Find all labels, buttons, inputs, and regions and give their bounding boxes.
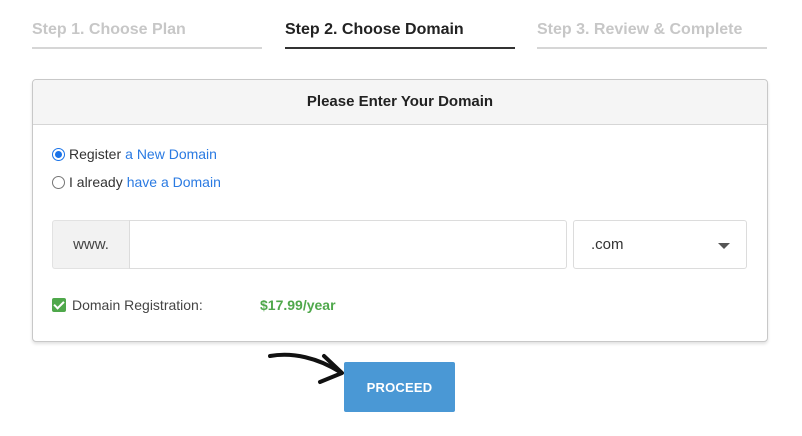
step-progress: Step 1. Choose Plan Step 2. Choose Domai… bbox=[0, 0, 802, 50]
step-choose-plan[interactable]: Step 1. Choose Plan bbox=[32, 20, 262, 49]
tld-selected-value: .com bbox=[591, 236, 624, 253]
step-label: Step 2. Choose Domain bbox=[285, 21, 464, 38]
new-domain-link[interactable]: a New Domain bbox=[125, 146, 217, 162]
step-underline bbox=[285, 47, 515, 49]
have-domain-link[interactable]: have a Domain bbox=[127, 174, 221, 190]
arrow-icon bbox=[268, 352, 344, 384]
step-review-complete[interactable]: Step 3. Review & Complete bbox=[537, 20, 767, 49]
step-underline bbox=[537, 47, 767, 49]
www-prefix: www. bbox=[52, 220, 129, 269]
option-prefix: Register bbox=[69, 146, 122, 162]
radio-selected[interactable] bbox=[52, 147, 65, 161]
step-label: Step 1. Choose Plan bbox=[32, 21, 186, 38]
chevron-down-icon bbox=[718, 243, 730, 249]
domain-registration-row: Domain Registration: $17.99/year bbox=[52, 297, 452, 313]
registration-label: Domain Registration: bbox=[72, 297, 203, 313]
option-prefix: I already bbox=[69, 174, 123, 190]
card-title: Please Enter Your Domain bbox=[33, 80, 767, 125]
step-label: Step 3. Review & Complete bbox=[537, 21, 743, 38]
register-new-domain-option[interactable]: Register a New Domain bbox=[52, 146, 217, 162]
registration-checkbox[interactable] bbox=[52, 298, 66, 312]
registration-price: $17.99/year bbox=[260, 297, 336, 313]
tld-select[interactable]: .com bbox=[573, 220, 747, 269]
have-domain-option[interactable]: I already have a Domain bbox=[52, 174, 221, 190]
step-underline bbox=[32, 47, 262, 49]
step-choose-domain[interactable]: Step 2. Choose Domain bbox=[285, 20, 515, 49]
domain-name-input[interactable] bbox=[129, 220, 567, 269]
proceed-button[interactable]: PROCEED bbox=[344, 362, 455, 412]
radio-unselected[interactable] bbox=[52, 175, 65, 189]
domain-card: Please Enter Your Domain Register a New … bbox=[32, 79, 768, 342]
